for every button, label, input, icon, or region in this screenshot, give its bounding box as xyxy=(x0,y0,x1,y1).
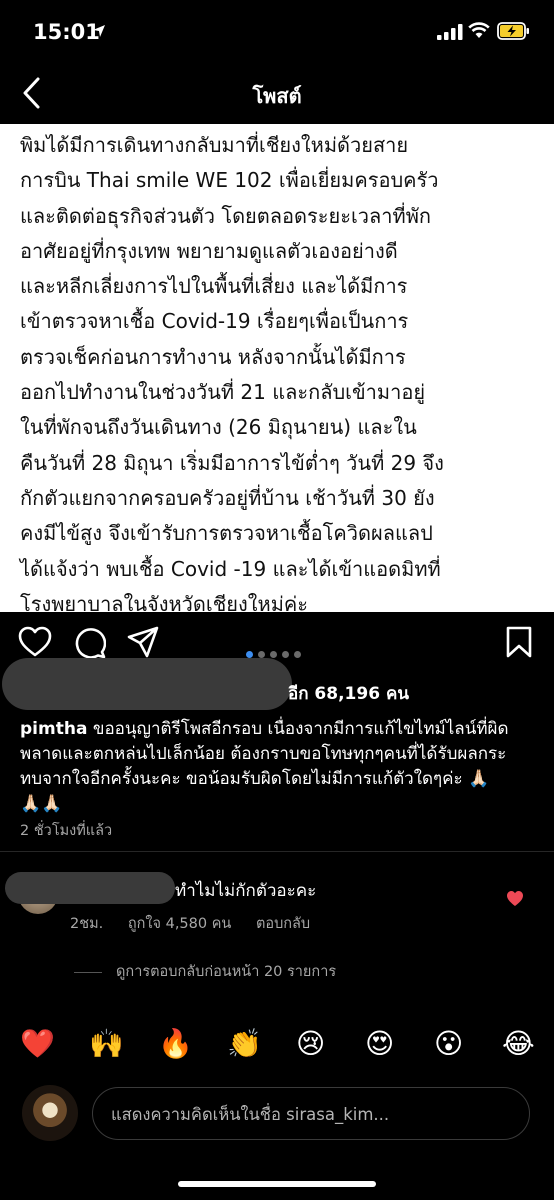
comment-icon[interactable] xyxy=(73,626,106,659)
heart-outline-icon[interactable] xyxy=(18,626,52,658)
post-text-line: การบิน Thai smile WE 102 เพื่อเยี่ยมครอบ… xyxy=(20,168,439,193)
post-text-line: เข้าตรวจหาเชื้อ Covid-19 เรื่อยๆเพื่อเป็… xyxy=(20,309,409,334)
comment-text: ทำไมไม่กักตัวอะคะ xyxy=(175,881,317,901)
view-replies-label: ดูการตอบกลับก่อนหน้า 20 รายการ xyxy=(116,964,337,980)
post-text-line: คงมีไข้สูง จึงเข้ารับการตรวจหาเชื้อโควิด… xyxy=(20,521,433,546)
nav-bar: โพสต์ xyxy=(0,62,554,124)
share-icon[interactable] xyxy=(127,626,159,658)
post-text-line: อาศัยอยู่ที่กรุงเทพ พยายามดูแลตัวเองอย่า… xyxy=(20,238,398,263)
post-text-line: และหลีกเลี่ยงการไปในพื้นที่เสี่ยง และได้… xyxy=(20,274,408,299)
location-arrow-icon xyxy=(93,25,105,37)
emoji-heart-eyes[interactable]: 😍 xyxy=(365,1022,394,1066)
post-text-line: ตรวจเช็คก่อนการทำงาน หลังจากนั้นได้มีการ xyxy=(20,344,406,369)
divider xyxy=(0,851,554,852)
emoji-clapping[interactable]: 👏 xyxy=(227,1022,262,1066)
my-avatar xyxy=(22,1085,78,1141)
page-title: โพสต์ xyxy=(252,84,302,108)
post-text-line: พิมได้มีการเดินทางกลับมาที่เชียงใหม่ด้วย… xyxy=(20,133,409,157)
status-time: 15:01 xyxy=(33,20,100,44)
comment-like-heart-icon[interactable] xyxy=(506,890,524,907)
likes-redacted xyxy=(2,658,292,710)
emoji-quick-bar: ❤️ 🙌 🔥 👏 😢 😍 😮 😂 xyxy=(0,1022,554,1066)
view-previous-replies[interactable]: ดูการตอบกลับก่อนหน้า 20 รายการ xyxy=(74,960,336,983)
emoji-laughing[interactable]: 😂 xyxy=(502,1022,535,1066)
comment-likes[interactable]: ถูกใจ 4,580 คน xyxy=(128,916,231,932)
caption-username[interactable]: pimtha xyxy=(20,719,87,739)
replies-line xyxy=(74,971,102,973)
bookmark-icon[interactable] xyxy=(506,626,532,658)
cellular-signal-icon xyxy=(437,24,463,40)
caption-text: ขออนุญาติรีโพสอีกรอบ เนื่องจากมีการแก้ไข… xyxy=(87,719,509,739)
home-indicator xyxy=(178,1181,376,1187)
caption-text: พลาดและตกหล่นไปเล็กน้อย ต้องกราบขอโทษทุก… xyxy=(20,744,507,764)
carousel-dot xyxy=(282,651,289,658)
post-image[interactable]: พิมได้มีการเดินทางกลับมาที่เชียงใหม่ด้วย… xyxy=(0,124,554,616)
emoji-surprised[interactable]: 😮 xyxy=(434,1022,463,1066)
emoji-crying[interactable]: 😢 xyxy=(296,1022,325,1066)
post-text: พิมได้มีการเดินทางกลับมาที่เชียงใหม่ด้วย… xyxy=(20,128,540,622)
post-timestamp: 2 ชั่วโมงที่แล้ว xyxy=(20,823,113,839)
status-bar: 15:01 xyxy=(0,0,554,62)
post-text-line: กักตัวแยกจากครอบครัวอยู่ที่บ้าน เช้าวันท… xyxy=(20,485,435,510)
wifi-icon xyxy=(468,22,490,38)
caption-text: ทบจากใจอีกครั้งนะคะ ขอน้อมรับผิดโดยไม่มี… xyxy=(20,769,490,789)
comment-input[interactable] xyxy=(109,1088,517,1141)
comment-reply-button[interactable]: ตอบกลับ xyxy=(256,916,310,932)
carousel-dot xyxy=(294,651,301,658)
comment-meta: 2ชม. ถูกใจ 4,580 คน ตอบกลับ xyxy=(70,912,330,935)
carousel-dot xyxy=(246,651,253,658)
comment-age: 2ชม. xyxy=(70,916,104,932)
post-caption: pimtha ขออนุญาติรีโพสอีกรอบ เนื่องจากมีก… xyxy=(20,717,540,817)
battery-charging-icon xyxy=(497,22,529,40)
post-text-line: ออกไปทำงานในช่วงวันที่ 21 และกลับเข้ามาอ… xyxy=(20,380,426,405)
carousel-dot xyxy=(270,651,277,658)
post-text-line: และติดต่อธุรกิจส่วนตัว โดยตลอดระยะเวลาที… xyxy=(20,203,431,228)
commenter-redacted xyxy=(5,872,175,904)
comment-input-box[interactable] xyxy=(92,1087,530,1141)
emoji-fire[interactable]: 🔥 xyxy=(158,1022,193,1066)
post-text-line: ในที่พักจนถึงวันเดินทาง (26 มิถุนายน) แล… xyxy=(20,415,417,440)
carousel-dot xyxy=(258,651,265,658)
likes-count[interactable]: อีก 68,196 คน xyxy=(288,680,409,707)
emoji-raised-hands[interactable]: 🙌 xyxy=(89,1022,124,1066)
caption-text: 🙏🏻🙏🏻 xyxy=(20,794,63,814)
emoji-heart[interactable]: ❤️ xyxy=(20,1022,55,1066)
post-text-line: คืนวันที่ 28 มิถุนา เริ่มมีอาการไข้ต่ำๆ … xyxy=(20,450,444,475)
post-text-line: ได้แจ้งว่า พบเชื้อ Covid -19 และได้เข้าแ… xyxy=(20,556,441,581)
